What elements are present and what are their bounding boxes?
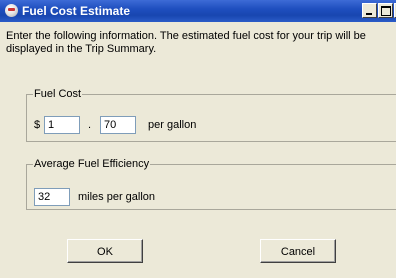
fuel-cost-dialog: Fuel Cost Estimate Enter the following i… bbox=[0, 0, 396, 278]
title-bar[interactable]: Fuel Cost Estimate bbox=[0, 0, 396, 22]
ok-button[interactable]: OK bbox=[67, 239, 143, 263]
cancel-button[interactable]: Cancel bbox=[260, 239, 336, 263]
instructions-text: Enter the following information. The est… bbox=[6, 30, 366, 55]
fuel-cost-legend: Fuel Cost bbox=[34, 88, 82, 100]
mpg-input[interactable] bbox=[34, 188, 70, 206]
per-gallon-label: per gallon bbox=[148, 119, 197, 131]
window-title: Fuel Cost Estimate bbox=[22, 4, 131, 18]
fuel-cost-group: Fuel Cost $ . per gallon bbox=[26, 88, 396, 142]
cents-input[interactable] bbox=[100, 116, 136, 134]
dollars-input[interactable] bbox=[44, 116, 80, 134]
fuel-efficiency-group: Average Fuel Efficiency miles per gallon bbox=[26, 158, 396, 210]
fuel-efficiency-legend: Average Fuel Efficiency bbox=[34, 158, 150, 170]
minimize-button[interactable] bbox=[362, 3, 377, 18]
mpg-label: miles per gallon bbox=[78, 191, 156, 203]
currency-symbol: $ bbox=[34, 119, 41, 131]
maximize-button[interactable] bbox=[378, 3, 393, 18]
decimal-separator: . bbox=[88, 119, 92, 131]
app-icon bbox=[5, 4, 18, 17]
